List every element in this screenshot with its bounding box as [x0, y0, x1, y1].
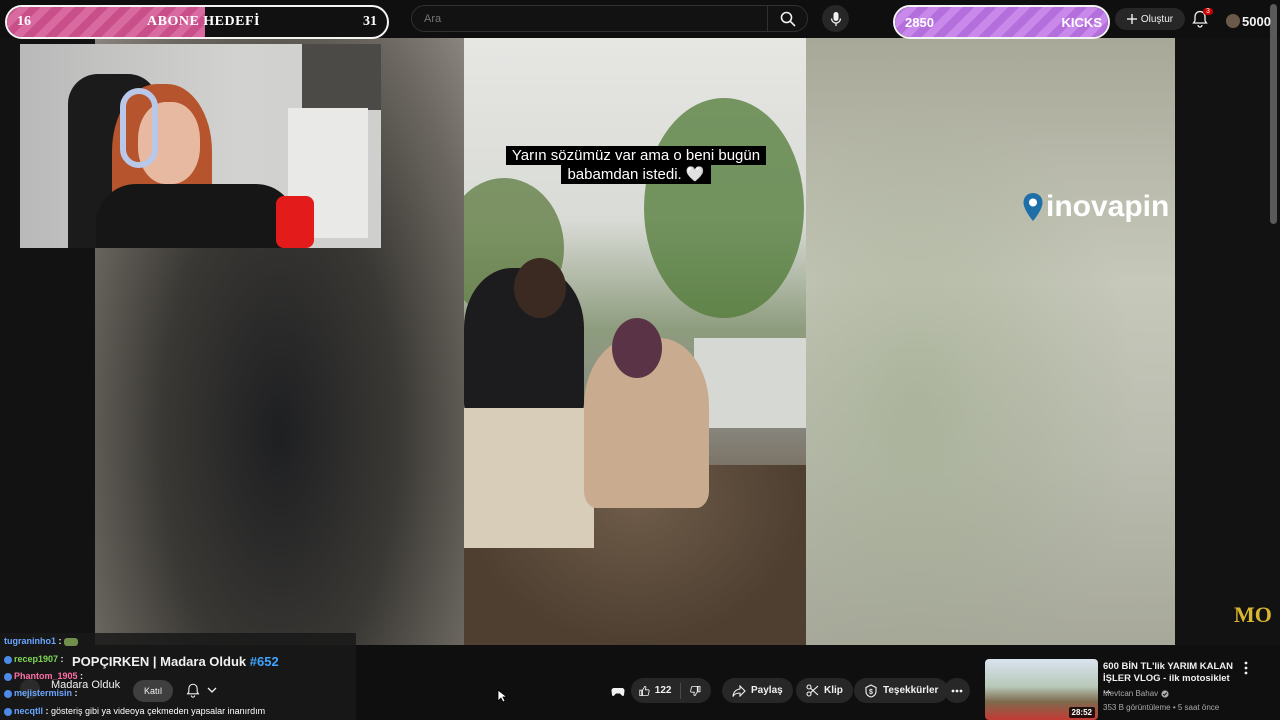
search-button[interactable]: [767, 6, 807, 31]
headset: [120, 88, 158, 168]
chat-username[interactable]: necqtll: [14, 706, 43, 716]
verified-check-icon: [1161, 689, 1169, 698]
badge-icon: [4, 655, 12, 664]
microphone-icon: [830, 11, 841, 26]
subscription-bell-button[interactable]: [186, 683, 200, 698]
chat-message: tugraninho1 :: [4, 636, 78, 646]
coin-count: 5000: [1242, 13, 1271, 29]
subscriber-goal-current: 16: [17, 14, 31, 29]
bell-icon: [186, 683, 200, 698]
search-bar[interactable]: [411, 5, 808, 32]
thumbs-down-icon[interactable]: [690, 684, 701, 698]
divider: [680, 682, 682, 699]
corner-logo: MO: [1234, 602, 1272, 627]
badge-icon: [4, 672, 12, 681]
chat-message: recep1907 :: [4, 654, 64, 664]
more-horizontal-icon: [951, 689, 963, 692]
gravestone: [694, 338, 806, 428]
video-frame: Yarın sözümüz var ama o beni bugün babam…: [464, 38, 806, 645]
kicks-goal-current: 2850: [905, 14, 934, 30]
emote-icon: [64, 637, 78, 646]
sponsor-logo-text: inovapin: [1046, 190, 1170, 223]
like-count[interactable]: 122: [655, 685, 672, 696]
location-pin-icon: [1023, 193, 1043, 221]
more-vertical-icon: [1244, 661, 1248, 675]
chat-username[interactable]: Phantom_1905: [14, 671, 78, 681]
search-input[interactable]: [412, 12, 752, 25]
video-title-text: POPÇIRKEN | Madara Olduk: [72, 654, 247, 669]
subscription-options-button[interactable]: [207, 685, 217, 695]
coin-counter: 5000: [1226, 10, 1274, 32]
man-head: [514, 258, 566, 318]
chat-message-text: gösteriş gibi ya videoya çekmeden yapsal…: [51, 706, 266, 716]
create-button[interactable]: Oluştur: [1115, 8, 1185, 30]
recommended-video-thumbnail[interactable]: 28:52: [985, 659, 1098, 720]
super-thanks-icon: $: [865, 683, 877, 698]
badge-icon: [4, 707, 12, 716]
chat-username[interactable]: tugraninho1: [4, 636, 56, 646]
video-caption: Yarın sözümüz var ama o beni bugün babam…: [500, 146, 772, 184]
subscriber-goal-target: 31: [363, 14, 377, 29]
kicks-goal-title: KICKS: [1061, 14, 1102, 30]
page-scrollbar[interactable]: [1270, 4, 1277, 224]
man-trousers: [464, 408, 594, 548]
video-blur-right: [806, 38, 1175, 645]
kicks-goal-bar: 2850 KICKS: [893, 5, 1110, 39]
share-button[interactable]: Paylaş: [722, 678, 793, 703]
subscriber-goal-bar: 16 ABONE HEDEFİ 31: [5, 5, 389, 39]
recommended-video-menu-button[interactable]: [1244, 661, 1248, 675]
voice-search-button[interactable]: [822, 5, 849, 32]
woman-hijab: [612, 318, 662, 378]
badge-icon: [4, 689, 12, 698]
notification-badge: 3: [1203, 8, 1213, 15]
mouse-cursor-icon: [497, 689, 507, 703]
more-actions-button[interactable]: [944, 678, 970, 703]
streamer-microphone: [276, 196, 314, 248]
search-icon: [780, 11, 796, 27]
chat-message: mejistermisin :: [4, 688, 78, 698]
thanks-label: Teşekkürler: [883, 685, 939, 696]
plus-icon: [1126, 14, 1137, 24]
recommended-video-meta: 353 B görüntüleme • 5 saat önce: [1103, 703, 1220, 712]
episode-number[interactable]: #652: [250, 654, 279, 669]
subscriber-goal-title: ABONE HEDEFİ: [147, 14, 260, 29]
game-controller-icon: [611, 688, 625, 696]
avatar[interactable]: [1226, 14, 1240, 28]
streamer-body: [96, 184, 296, 248]
scissors-icon: [806, 684, 819, 697]
recommended-channel-name[interactable]: Mevtcan Bahav: [1103, 689, 1158, 698]
share-icon: [732, 684, 746, 697]
like-dislike-group: 122: [631, 678, 711, 703]
share-label: Paylaş: [751, 685, 783, 696]
clip-label: Klip: [824, 685, 843, 696]
webcam-overlay: [20, 44, 381, 248]
thumbs-up-icon[interactable]: [639, 684, 650, 698]
video-title: POPÇIRKEN | Madara Olduk #652: [72, 654, 279, 669]
create-button-label: Oluştur: [1140, 13, 1174, 25]
chat-message: Phantom_1905 :: [4, 671, 83, 681]
tree-right: [644, 98, 804, 318]
chevron-down-icon: [207, 687, 217, 693]
chat-username[interactable]: mejistermisin: [14, 688, 72, 698]
recommended-video-duration: 28:52: [1068, 707, 1095, 718]
recommended-video-channel[interactable]: Mevtcan Bahav: [1103, 689, 1169, 698]
save-button[interactable]: [611, 684, 625, 698]
join-button[interactable]: Katıl: [133, 680, 173, 702]
svg-text:$: $: [869, 689, 873, 696]
clip-button[interactable]: Klip: [796, 678, 853, 703]
chat-username[interactable]: recep1907: [14, 654, 58, 664]
thanks-button[interactable]: $ Teşekkürler: [854, 678, 949, 703]
chat-message: necqtll : gösteriş gibi ya videoya çekme…: [4, 706, 265, 716]
shelf: [302, 44, 381, 110]
sponsor-logo: inovapin: [1022, 190, 1169, 224]
